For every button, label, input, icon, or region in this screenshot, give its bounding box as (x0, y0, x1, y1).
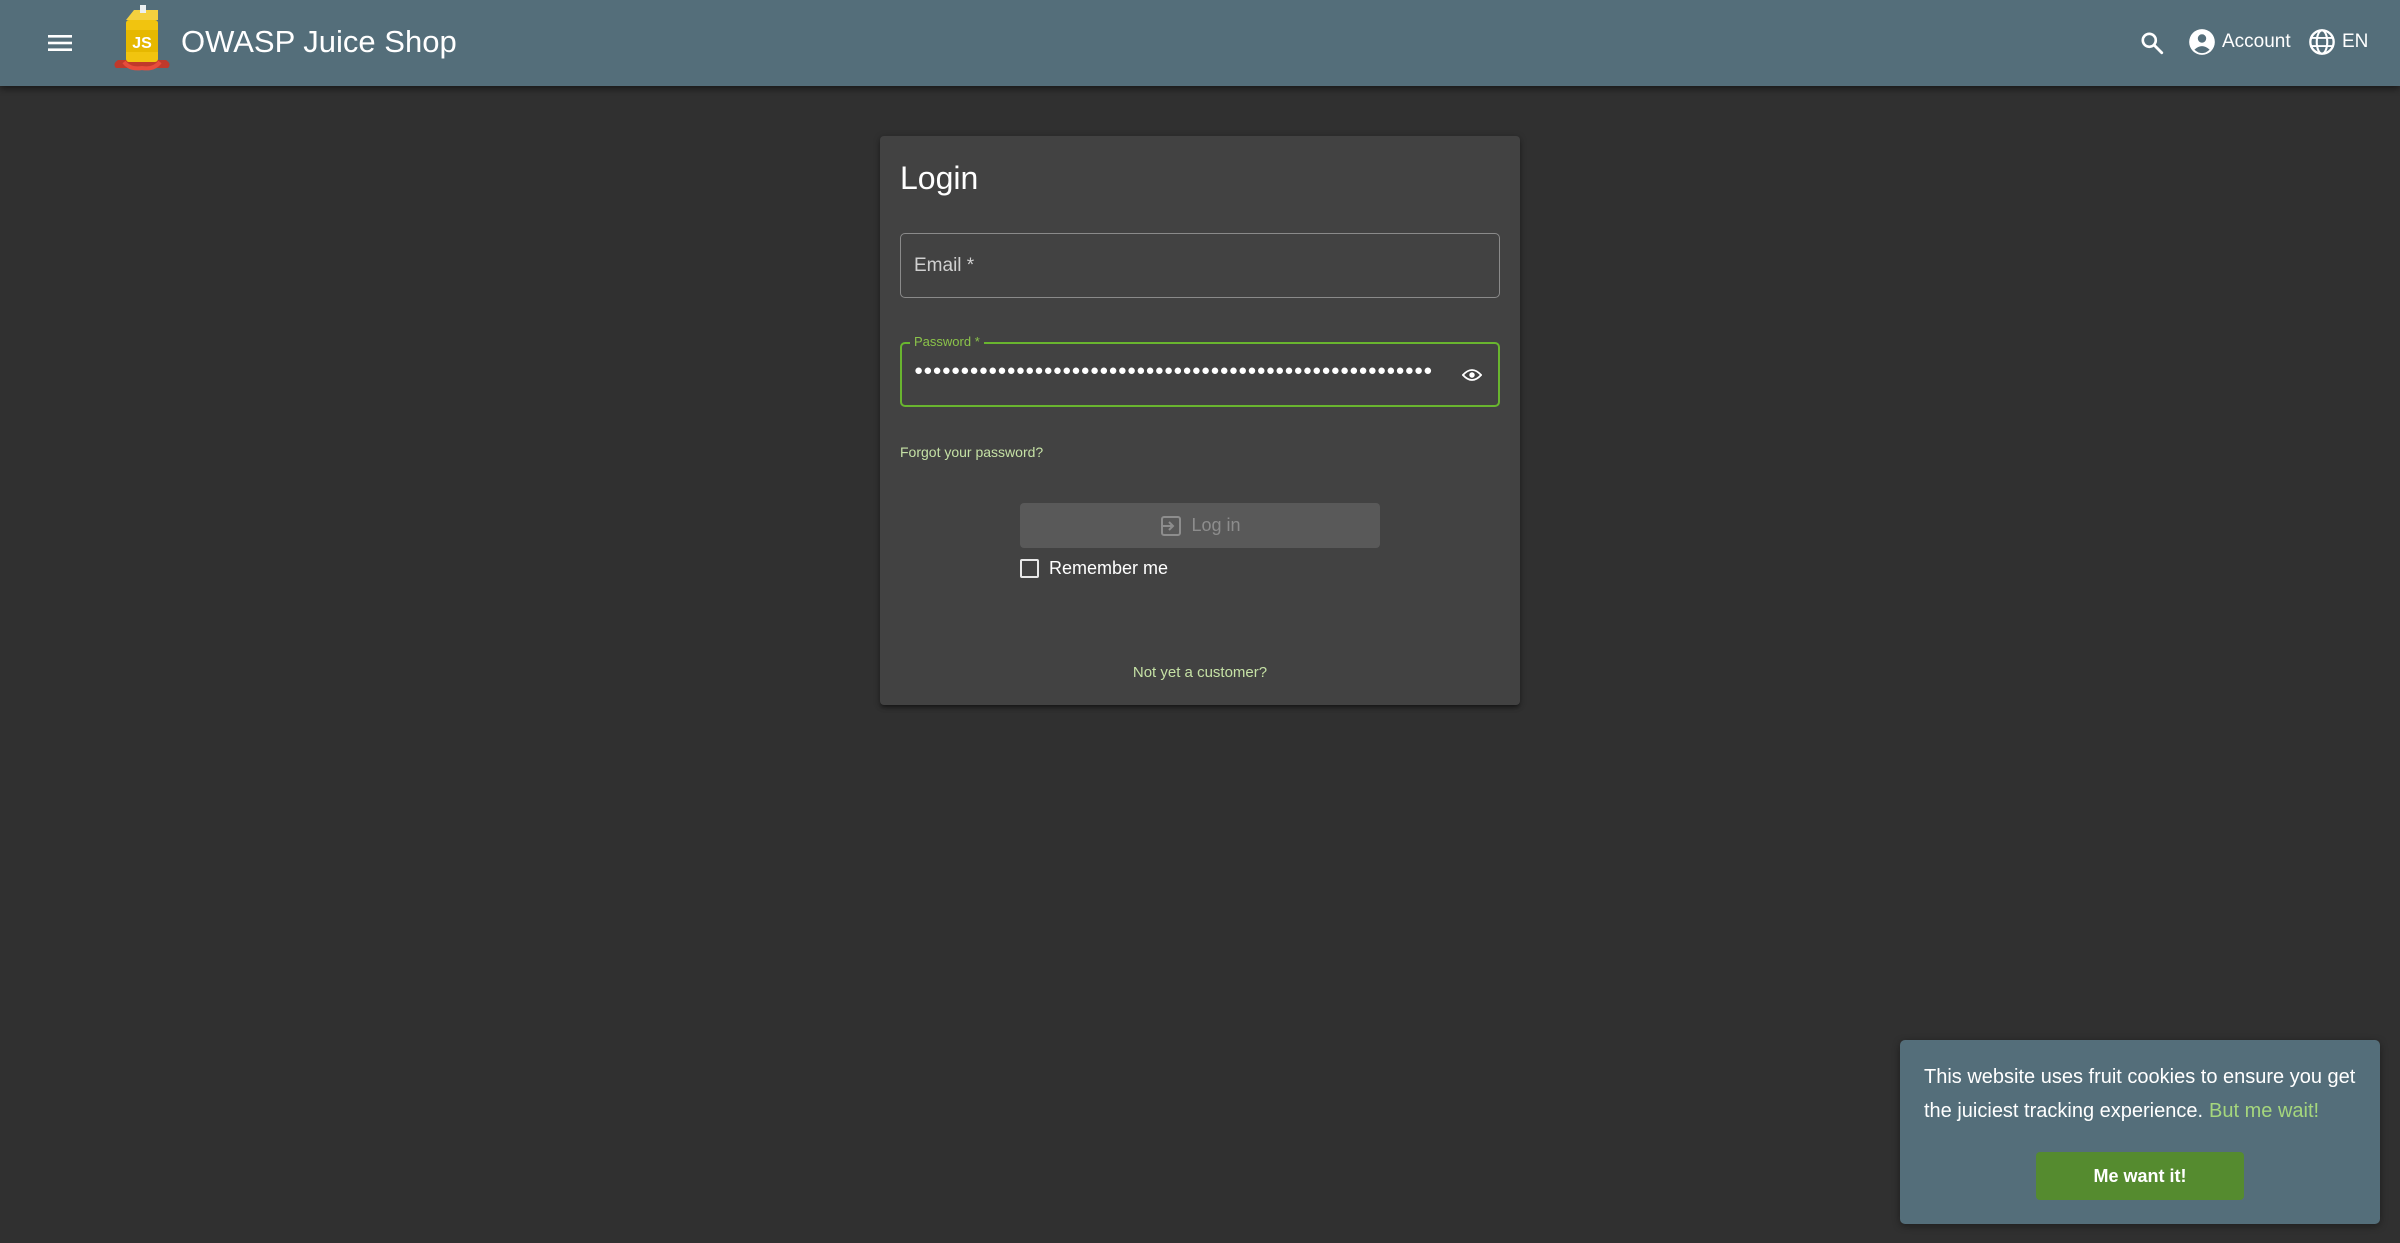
account-circle-icon (2189, 29, 2215, 55)
eye-icon (1462, 369, 1482, 381)
account-button[interactable]: Account (2188, 22, 2291, 62)
login-button-label: Log in (1191, 515, 1241, 535)
login-title: Login (900, 160, 979, 196)
cookie-banner: This website uses fruit cookies to ensur… (1900, 1040, 2380, 1224)
menu-icon (48, 35, 72, 51)
juice-shop-logo[interactable]: JS (110, 4, 174, 76)
svg-text:JS: JS (132, 35, 152, 52)
remember-me-label: Remember me (1049, 558, 1169, 578)
globe-icon (2309, 29, 2335, 55)
account-label: Account (2222, 31, 2291, 52)
search-button[interactable] (2128, 19, 2176, 67)
password-value: ●●●●●●●●●●●●●●●●●●●●●●●●●●●●●●●●●●●●●●●●… (914, 362, 1433, 379)
password-field[interactable]: Password * ●●●●●●●●●●●●●●●●●●●●●●●●●●●●●… (900, 334, 1500, 407)
forgot-password-link[interactable]: Forgot your password? (900, 444, 1043, 460)
login-card: Login Email * Password * ●●●●●●●●●●●●●●●… (880, 136, 1520, 705)
email-field[interactable]: Email * (900, 233, 1500, 298)
cookie-message-container: This website uses fruit cookies to ensur… (1924, 1060, 2364, 1128)
language-button[interactable]: EN (2308, 22, 2368, 62)
checkbox-box[interactable] (1020, 559, 1039, 578)
login-button[interactable]: Log in (1020, 503, 1380, 548)
cookie-accept-button[interactable]: Me want it! (2036, 1152, 2244, 1200)
language-label: EN (2342, 31, 2369, 52)
menu-button[interactable] (36, 19, 84, 67)
search-icon (2141, 32, 2164, 55)
email-label: Email * (914, 255, 975, 276)
login-icon (1161, 515, 1182, 536)
register-link[interactable]: Not yet a customer? (880, 664, 1520, 681)
toggle-password-visibility-button[interactable] (1461, 364, 1483, 386)
remember-me-checkbox[interactable]: Remember me (1020, 558, 1168, 579)
top-toolbar: JS OWASP Juice Shop Account EN (0, 0, 2400, 86)
password-label: Password * (910, 334, 984, 349)
app-title[interactable]: OWASP Juice Shop (181, 22, 457, 62)
cookie-learn-more-link[interactable]: But me wait! (2209, 1100, 2319, 1122)
